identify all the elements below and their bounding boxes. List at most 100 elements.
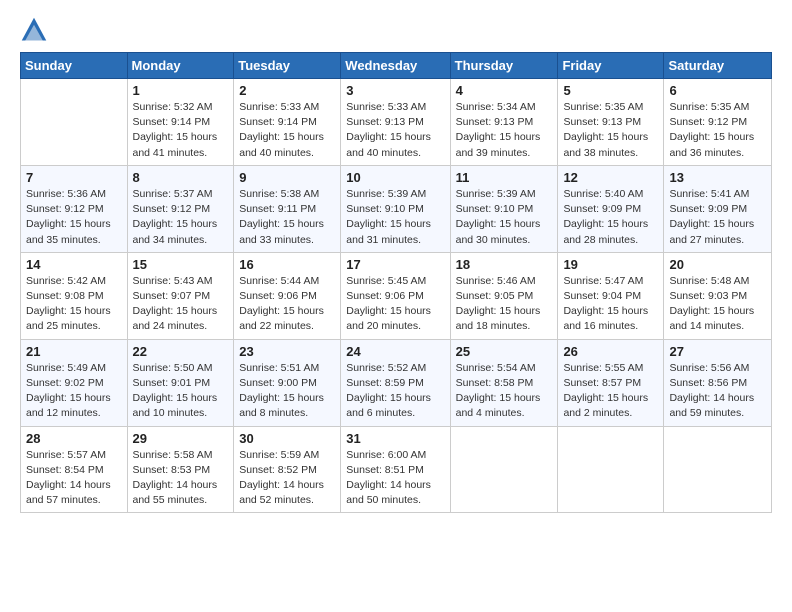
week-row-4: 21 Sunrise: 5:49 AM Sunset: 9:02 PM Dayli… [21, 339, 772, 426]
day-info: Sunrise: 5:49 AM Sunset: 9:02 PM Dayligh… [26, 361, 122, 422]
weekday-header-sunday: Sunday [21, 53, 128, 79]
calendar-cell: 23 Sunrise: 5:51 AM Sunset: 9:00 PM Dayli… [234, 339, 341, 426]
day-info: Sunrise: 5:56 AM Sunset: 8:56 PM Dayligh… [669, 361, 766, 422]
day-number: 28 [26, 431, 122, 446]
day-number: 24 [346, 344, 444, 359]
day-info: Sunrise: 5:51 AM Sunset: 9:00 PM Dayligh… [239, 361, 335, 422]
day-info: Sunrise: 5:32 AM Sunset: 9:14 PM Dayligh… [133, 100, 229, 161]
day-number: 4 [456, 83, 553, 98]
day-info: Sunrise: 5:34 AM Sunset: 9:13 PM Dayligh… [456, 100, 553, 161]
day-number: 7 [26, 170, 122, 185]
calendar-cell: 8Sunrise: 5:37 AM Sunset: 9:12 PM Daylig… [127, 165, 234, 252]
day-info: Sunrise: 5:36 AM Sunset: 9:12 PM Dayligh… [26, 187, 122, 248]
day-number: 12 [563, 170, 658, 185]
calendar-cell: 7 Sunrise: 5:36 AM Sunset: 9:12 PM Daylig… [21, 165, 128, 252]
calendar-cell: 10Sunrise: 5:39 AM Sunset: 9:10 PM Dayli… [341, 165, 450, 252]
day-info: Sunrise: 5:38 AM Sunset: 9:11 PM Dayligh… [239, 187, 335, 248]
day-number: 26 [563, 344, 658, 359]
day-info: Sunrise: 5:54 AM Sunset: 8:58 PM Dayligh… [456, 361, 553, 422]
week-row-3: 14 Sunrise: 5:42 AM Sunset: 9:08 PM Dayli… [21, 252, 772, 339]
weekday-header-friday: Friday [558, 53, 664, 79]
day-info: Sunrise: 5:58 AM Sunset: 8:53 PM Dayligh… [133, 448, 229, 509]
day-number: 8 [133, 170, 229, 185]
week-row-5: 28 Sunrise: 5:57 AM Sunset: 8:54 PM Dayli… [21, 426, 772, 513]
calendar-cell: 3 Sunrise: 5:33 AM Sunset: 9:13 PM Daylig… [341, 79, 450, 166]
day-info: Sunrise: 5:50 AM Sunset: 9:01 PM Dayligh… [133, 361, 229, 422]
day-info: Sunrise: 5:39 AM Sunset: 9:10 PM Dayligh… [456, 187, 553, 248]
day-number: 25 [456, 344, 553, 359]
calendar-cell [450, 426, 558, 513]
weekday-header-saturday: Saturday [664, 53, 772, 79]
day-number: 3 [346, 83, 444, 98]
header [20, 16, 772, 44]
calendar-cell: 1 Sunrise: 5:32 AM Sunset: 9:14 PM Daylig… [127, 79, 234, 166]
calendar-cell: 15 Sunrise: 5:43 AM Sunset: 9:07 PM Dayli… [127, 252, 234, 339]
calendar-cell: 14 Sunrise: 5:42 AM Sunset: 9:08 PM Dayli… [21, 252, 128, 339]
calendar-cell: 19 Sunrise: 5:47 AM Sunset: 9:04 PM Dayli… [558, 252, 664, 339]
week-row-2: 7 Sunrise: 5:36 AM Sunset: 9:12 PM Daylig… [21, 165, 772, 252]
day-number: 21 [26, 344, 122, 359]
day-number: 27 [669, 344, 766, 359]
day-info: Sunrise: 5:43 AM Sunset: 9:07 PM Dayligh… [133, 274, 229, 335]
day-info: Sunrise: 5:41 AM Sunset: 9:09 PM Dayligh… [669, 187, 766, 248]
generalblue-logo-icon [20, 16, 48, 44]
calendar-table: SundayMondayTuesdayWednesdayThursdayFrid… [20, 52, 772, 513]
day-info: Sunrise: 5:45 AM Sunset: 9:06 PM Dayligh… [346, 274, 444, 335]
day-number: 16 [239, 257, 335, 272]
weekday-header-row: SundayMondayTuesdayWednesdayThursdayFrid… [21, 53, 772, 79]
day-info: Sunrise: 5:40 AM Sunset: 9:09 PM Dayligh… [563, 187, 658, 248]
day-info: Sunrise: 5:33 AM Sunset: 9:13 PM Dayligh… [346, 100, 444, 161]
day-number: 31 [346, 431, 444, 446]
day-info: Sunrise: 6:00 AM Sunset: 8:51 PM Dayligh… [346, 448, 444, 509]
calendar-cell: 28 Sunrise: 5:57 AM Sunset: 8:54 PM Dayli… [21, 426, 128, 513]
day-number: 6 [669, 83, 766, 98]
day-number: 1 [133, 83, 229, 98]
day-number: 13 [669, 170, 766, 185]
day-info: Sunrise: 5:33 AM Sunset: 9:14 PM Dayligh… [239, 100, 335, 161]
calendar-cell: 24 Sunrise: 5:52 AM Sunset: 8:59 PM Dayli… [341, 339, 450, 426]
calendar-cell: 21 Sunrise: 5:49 AM Sunset: 9:02 PM Dayli… [21, 339, 128, 426]
calendar-cell [664, 426, 772, 513]
weekday-header-tuesday: Tuesday [234, 53, 341, 79]
day-number: 29 [133, 431, 229, 446]
calendar-cell: 18Sunrise: 5:46 AM Sunset: 9:05 PM Dayli… [450, 252, 558, 339]
weekday-header-monday: Monday [127, 53, 234, 79]
day-info: Sunrise: 5:52 AM Sunset: 8:59 PM Dayligh… [346, 361, 444, 422]
day-info: Sunrise: 5:44 AM Sunset: 9:06 PM Dayligh… [239, 274, 335, 335]
day-info: Sunrise: 5:35 AM Sunset: 9:12 PM Dayligh… [669, 100, 766, 161]
calendar-cell: 20 Sunrise: 5:48 AM Sunset: 9:03 PM Dayli… [664, 252, 772, 339]
day-number: 14 [26, 257, 122, 272]
calendar-cell: 13 Sunrise: 5:41 AM Sunset: 9:09 PM Dayli… [664, 165, 772, 252]
day-info: Sunrise: 5:47 AM Sunset: 9:04 PM Dayligh… [563, 274, 658, 335]
calendar-cell: 5Sunrise: 5:35 AM Sunset: 9:13 PM Daylig… [558, 79, 664, 166]
day-number: 9 [239, 170, 335, 185]
day-info: Sunrise: 5:55 AM Sunset: 8:57 PM Dayligh… [563, 361, 658, 422]
day-info: Sunrise: 5:39 AM Sunset: 9:10 PM Dayligh… [346, 187, 444, 248]
day-number: 23 [239, 344, 335, 359]
day-info: Sunrise: 5:48 AM Sunset: 9:03 PM Dayligh… [669, 274, 766, 335]
calendar-cell: 22 Sunrise: 5:50 AM Sunset: 9:01 PM Dayli… [127, 339, 234, 426]
day-info: Sunrise: 5:57 AM Sunset: 8:54 PM Dayligh… [26, 448, 122, 509]
day-number: 19 [563, 257, 658, 272]
day-number: 22 [133, 344, 229, 359]
calendar-cell: 2 Sunrise: 5:33 AM Sunset: 9:14 PM Daylig… [234, 79, 341, 166]
day-number: 11 [456, 170, 553, 185]
day-number: 2 [239, 83, 335, 98]
calendar-cell: 16 Sunrise: 5:44 AM Sunset: 9:06 PM Dayli… [234, 252, 341, 339]
day-info: Sunrise: 5:59 AM Sunset: 8:52 PM Dayligh… [239, 448, 335, 509]
calendar-cell: 26 Sunrise: 5:55 AM Sunset: 8:57 PM Dayli… [558, 339, 664, 426]
day-number: 17 [346, 257, 444, 272]
calendar-cell: 27 Sunrise: 5:56 AM Sunset: 8:56 PM Dayli… [664, 339, 772, 426]
calendar-cell: 11 Sunrise: 5:39 AM Sunset: 9:10 PM Dayli… [450, 165, 558, 252]
calendar-cell: 9 Sunrise: 5:38 AM Sunset: 9:11 PM Daylig… [234, 165, 341, 252]
calendar-cell: 6 Sunrise: 5:35 AM Sunset: 9:12 PM Daylig… [664, 79, 772, 166]
calendar-cell: 12 Sunrise: 5:40 AM Sunset: 9:09 PM Dayli… [558, 165, 664, 252]
day-info: Sunrise: 5:42 AM Sunset: 9:08 PM Dayligh… [26, 274, 122, 335]
day-number: 20 [669, 257, 766, 272]
day-number: 5 [563, 83, 658, 98]
calendar-cell [21, 79, 128, 166]
day-number: 15 [133, 257, 229, 272]
day-info: Sunrise: 5:46 AM Sunset: 9:05 PM Dayligh… [456, 274, 553, 335]
calendar-cell [558, 426, 664, 513]
calendar-cell: 17 Sunrise: 5:45 AM Sunset: 9:06 PM Dayli… [341, 252, 450, 339]
